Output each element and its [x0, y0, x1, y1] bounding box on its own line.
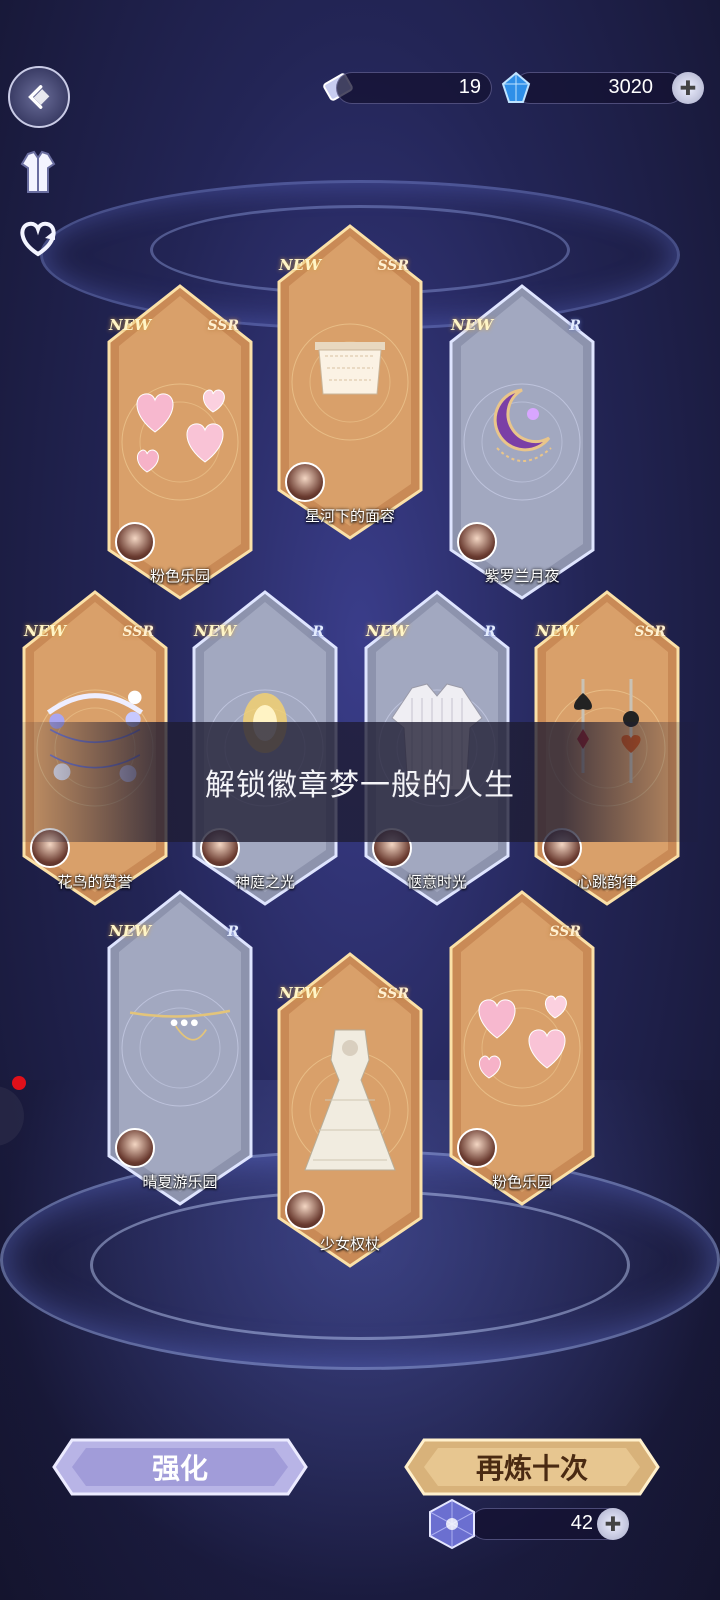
outfit-button[interactable]	[14, 148, 62, 196]
back-arrow-icon	[28, 85, 50, 109]
add-crystal-button[interactable]: ✚	[672, 72, 704, 104]
back-button[interactable]	[8, 66, 70, 128]
ticket-counter: 19	[336, 72, 492, 104]
rarity-badge: R	[312, 624, 324, 640]
rarity-badge: R	[484, 624, 496, 640]
new-badge: NEW	[109, 922, 151, 940]
new-badge: NEW	[194, 622, 236, 640]
white-dress-icon	[295, 1029, 405, 1171]
unlock-banner: 解锁徽章梦一般的人生	[22, 722, 698, 842]
new-badge: NEW	[366, 622, 408, 640]
heart-refresh-button[interactable]	[14, 214, 62, 262]
heart-balloons-icon	[467, 978, 577, 1098]
new-badge: NEW	[279, 256, 321, 274]
card-name: 星河下的面容	[304, 507, 395, 525]
lace-veil-icon	[295, 312, 405, 432]
enhance-label: 强化	[151, 1452, 208, 1485]
card-name: 粉色乐园	[491, 1173, 552, 1191]
new-badge: NEW	[24, 622, 66, 640]
rarity-badge: SSR	[207, 318, 239, 334]
rarity-badge: SSR	[549, 924, 581, 940]
new-badge: NEW	[279, 984, 321, 1002]
character-avatar	[457, 1128, 497, 1168]
character-avatar	[115, 522, 155, 562]
new-badge: NEW	[536, 622, 578, 640]
cost-count: 42	[570, 1512, 593, 1534]
rarity-badge: SSR	[377, 986, 409, 1002]
redo-ten-label: 再炼十次	[475, 1452, 588, 1485]
reward-card[interactable]: NEW SSR 少女权杖	[275, 950, 425, 1270]
card-name: 少女权杖	[319, 1235, 380, 1253]
card-name: 晴夏游乐园	[142, 1173, 218, 1191]
character-avatar	[457, 522, 497, 562]
reward-card[interactable]: NEW SSR 星河下的面容	[275, 222, 425, 542]
crystal-count: 3020	[608, 76, 654, 98]
necklace-icon	[125, 978, 235, 1098]
ticket-count: 19	[458, 76, 481, 98]
blue-crystal-icon	[501, 71, 531, 103]
card-name: 粉色乐园	[149, 567, 210, 585]
new-badge: NEW	[109, 316, 151, 334]
add-cost-button[interactable]: ✚	[597, 1508, 629, 1540]
heart-refresh-icon	[20, 221, 56, 257]
rarity-badge: SSR	[634, 624, 666, 640]
star-cube-icon	[429, 1498, 475, 1550]
plus-icon: ✚	[679, 76, 697, 100]
character-avatar	[285, 462, 325, 502]
reward-card[interactable]: NEW SSR 粉色乐园	[105, 282, 255, 602]
heart-balloons-icon	[125, 372, 235, 492]
character-avatar	[285, 1190, 325, 1230]
cost-counter: 42 ✚	[470, 1508, 629, 1540]
reward-card[interactable]: NEW R 紫罗兰月夜	[447, 282, 597, 602]
moon-brooch-icon	[467, 372, 577, 492]
reward-card[interactable]: NEW R 晴夏游乐园	[105, 888, 255, 1208]
card-name: 紫罗兰月夜	[484, 567, 560, 585]
notification-dot	[12, 1076, 26, 1090]
banner-text: 解锁徽章梦一般的人生	[205, 768, 515, 803]
rarity-badge: R	[569, 318, 581, 334]
reward-card[interactable]: SSR 粉色乐园	[447, 888, 597, 1208]
rarity-badge: R	[227, 924, 239, 940]
rarity-badge: SSR	[377, 258, 409, 274]
plus-icon: ✚	[604, 1512, 622, 1536]
redo-ten-button[interactable]: 再炼十次	[404, 1436, 660, 1498]
enhance-button[interactable]: 强化	[52, 1436, 308, 1498]
character-avatar	[115, 1128, 155, 1168]
outfit-icon	[20, 150, 56, 193]
new-badge: NEW	[451, 316, 493, 334]
rarity-badge: SSR	[122, 624, 154, 640]
crystal-counter: 3020	[514, 72, 684, 104]
